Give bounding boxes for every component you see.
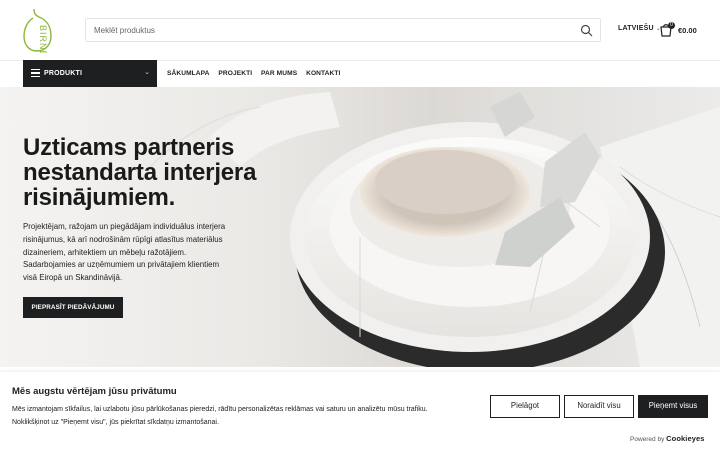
birne-logo[interactable]: BIRNE	[20, 7, 54, 53]
nav-item-about[interactable]: PAR MUMS	[261, 70, 297, 77]
cookie-text-line: Mēs izmantojam sīkfailus, lai uzlabotu j…	[12, 406, 428, 413]
site-header: BIRNE LATVIEŠU⌄ 0 €0.00	[0, 0, 720, 60]
hero-text-line: dizaineriem, arhitektiem un mēbeļu ražot…	[23, 247, 187, 257]
hero-text-line: visā Eiropā un Skandināvijā.	[23, 273, 123, 283]
page: BIRNE LATVIEŠU⌄ 0 €0.00 PRODUKTI ⌄ SĀKUM…	[0, 0, 720, 450]
powered-by-prefix: Powered by	[630, 436, 665, 443]
cookieyes-logo: Cookieyes	[666, 434, 705, 443]
hero-text-line: Projektējam, ražojam un piegādājam indiv…	[23, 222, 226, 231]
accept-all-button[interactable]: Pieņemt visus	[638, 395, 708, 418]
hero-title-line: nestandarta interjera	[23, 159, 257, 186]
products-menu-button[interactable]: PRODUKTI ⌄	[23, 60, 157, 87]
search-icon[interactable]	[580, 24, 593, 37]
customize-button[interactable]: Pielāgot	[490, 395, 560, 418]
chevron-down-icon: ⌄	[144, 69, 150, 76]
hero-title: Uzticams partneris nestandarta interjera…	[23, 135, 303, 210]
main-nav: SĀKUMLAPA PROJEKTI PAR MUMS KONTAKTI	[167, 70, 347, 77]
cookie-description: Mēs izmantojam sīkfailus, lai uzlabotu j…	[12, 404, 487, 429]
cart-total[interactable]: €0.00	[678, 26, 697, 35]
cart-count-badge: 0	[668, 22, 675, 29]
hero-text-line: risinājumus, kā arī nodrošinām rūpīgi at…	[23, 234, 223, 244]
hero-description: Projektējam, ražojam un piegādājam indiv…	[23, 221, 268, 285]
request-offer-button[interactable]: PIEPRASĪT PIEDĀVĀJUMU	[23, 297, 123, 318]
search-box	[85, 18, 601, 42]
hero-text-line: Sadarbojamies ar uzņēmumiem un privātaji…	[23, 260, 220, 270]
cookie-text-line: Noklikšķinot uz "Pieņemt visu", jūs piek…	[12, 418, 219, 426]
nav-item-contacts[interactable]: KONTAKTI	[306, 70, 340, 77]
reject-all-button[interactable]: Noraidīt visu	[564, 395, 634, 418]
hero-title-line: risinājumiem.	[23, 184, 176, 211]
nav-item-projects[interactable]: PROJEKTI	[218, 70, 252, 77]
products-menu-label: PRODUKTI	[44, 70, 83, 77]
hero-title-line: Uzticams partneris	[23, 134, 235, 161]
powered-by[interactable]: Powered by Cookieyes	[630, 434, 705, 443]
language-label: LATVIEŠU	[618, 25, 654, 32]
cookie-title: Mēs augstu vērtējam jūsu privātumu	[12, 386, 177, 397]
language-selector[interactable]: LATVIEŠU ⌄	[618, 25, 661, 32]
search-input[interactable]	[94, 22, 564, 39]
cookie-banner: Mēs augstu vērtējam jūsu privātumu Mēs i…	[0, 372, 720, 450]
menu-icon	[31, 69, 40, 78]
nav-item-home[interactable]: SĀKUMLAPA	[167, 70, 210, 77]
svg-text:BIRNE: BIRNE	[38, 25, 48, 53]
